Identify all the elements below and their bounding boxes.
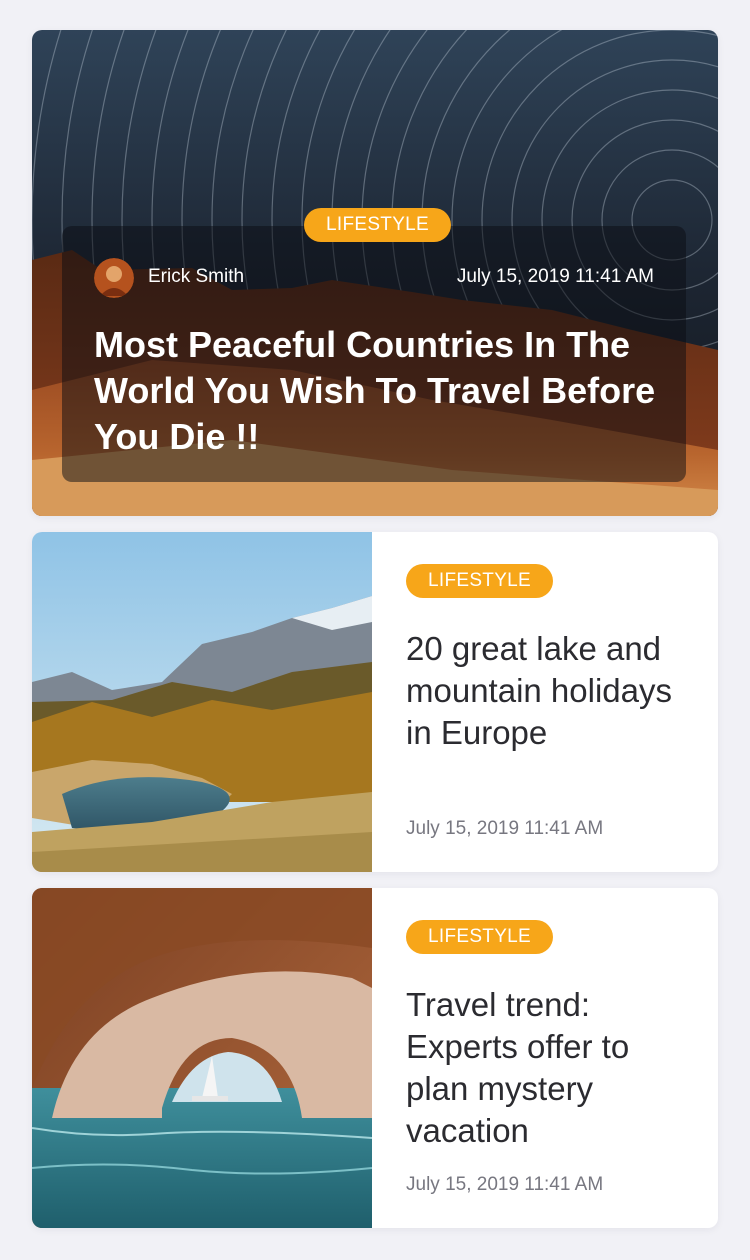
featured-article-title[interactable]: Most Peaceful Countries In The World You… bbox=[94, 322, 674, 460]
article-card[interactable]: LIFESTYLE 20 great lake and mountain hol… bbox=[32, 532, 718, 872]
article-thumbnail-lake-mountains[interactable] bbox=[32, 532, 372, 872]
category-badge[interactable]: LIFESTYLE bbox=[406, 564, 554, 598]
article-thumbnail-sea-arch[interactable] bbox=[32, 888, 372, 1228]
featured-article-card[interactable]: LIFESTYLE Erick Smith July 15, 2019 11:4… bbox=[32, 30, 718, 516]
category-badge[interactable]: LIFESTYLE bbox=[406, 920, 554, 954]
publish-date: July 15, 2019 11:41 AM bbox=[456, 266, 654, 287]
article-card[interactable]: LIFESTYLE Travel trend: Experts offer to… bbox=[32, 888, 718, 1228]
category-badge[interactable]: LIFESTYLE bbox=[304, 208, 452, 242]
article-title[interactable]: Travel trend: Experts offer to plan myst… bbox=[406, 984, 696, 1152]
author-avatar[interactable] bbox=[94, 258, 134, 298]
article-title[interactable]: 20 great lake and mountain holidays in E… bbox=[406, 628, 696, 754]
publish-date: July 15, 2019 11:41 AM bbox=[406, 818, 604, 839]
publish-date: July 15, 2019 11:41 AM bbox=[406, 1174, 604, 1195]
author-name[interactable]: Erick Smith bbox=[148, 266, 244, 288]
